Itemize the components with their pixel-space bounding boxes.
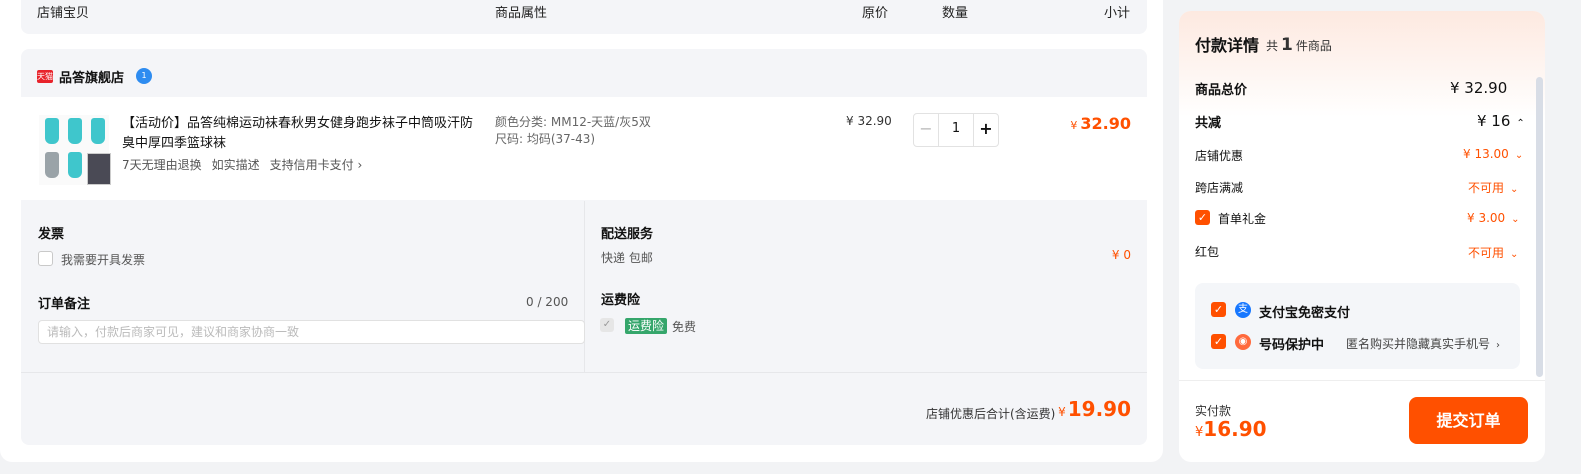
first-order-select[interactable]: ¥ 3.00 ⌄ xyxy=(1467,211,1520,225)
delivery-desc: 快递 包邮 xyxy=(601,251,653,265)
number-protect-label: 号码保护中 xyxy=(1259,338,1325,353)
store-coupon-value: ¥ 13.00 xyxy=(1463,147,1509,161)
invoice-checkbox-label[interactable]: 我需要开具发票 xyxy=(61,251,145,268)
red-packet-select[interactable]: 不可用 ⌄ xyxy=(1468,244,1518,261)
actual-pay-amount: ¥16.90 xyxy=(1195,417,1267,441)
tag-describe: 如实描述 xyxy=(211,158,260,172)
alipay-icon: 支 xyxy=(1235,302,1251,318)
payment-panel: 付款详情 共 1 件商品 商品总价 ¥ 32.90 共减 ¥ 16 ⌃ 店铺优惠 ¥ … xyxy=(1179,11,1545,462)
item-row: 【活动价】品答纯棉运动袜春秋男女健身跑步袜子中筒吸汗防臭中厚四季篮球袜 7天无理… xyxy=(21,97,1147,200)
chevron-down-icon: ⌄ xyxy=(1514,150,1524,161)
invoice-checkbox[interactable] xyxy=(38,251,53,266)
number-protect-checkbox[interactable]: ✓ xyxy=(1211,334,1226,349)
chevron-down-icon: ⌄ xyxy=(1510,249,1519,260)
cross-store-label: 跨店满减 xyxy=(1195,181,1244,195)
quantity-stepper: − 1 + xyxy=(913,113,999,147)
discount-value: ¥ 16 xyxy=(1477,112,1511,130)
store-coupon-label: 店铺优惠 xyxy=(1195,149,1244,163)
tag-credit[interactable]: 支持信用卡支付 › xyxy=(270,156,363,173)
unit-price: ¥ 32.90 xyxy=(846,114,892,128)
col-qty: 数量 xyxy=(942,6,969,21)
goods-total-label: 商品总价 xyxy=(1195,83,1248,98)
note-counter: 0 / 200 xyxy=(526,295,569,309)
scrollbar[interactable] xyxy=(1536,77,1543,377)
insurance-tag: 运费险 xyxy=(625,318,668,334)
shop-header: 天猫 品答旗舰店 1 xyxy=(37,66,153,86)
alipay-checkbox[interactable]: ✓ xyxy=(1211,302,1226,317)
payment-title: 付款详情 xyxy=(1195,36,1260,55)
first-order-label: 首单礼金 xyxy=(1218,212,1267,226)
service-tags: 7天无理由退换 如实描述 支持信用卡支付 › xyxy=(122,156,362,173)
subtotal-currency: ¥ xyxy=(1070,119,1078,132)
product-title[interactable]: 【活动价】品答纯棉运动袜春秋男女健身跑步袜子中筒吸汗防臭中厚四季篮球袜 xyxy=(122,114,482,154)
subtotal-amount: 32.90 xyxy=(1080,114,1131,133)
shop-total-label: 店铺优惠后合计(含运费) xyxy=(926,407,1056,421)
tmall-icon: 天猫 xyxy=(37,69,53,83)
shop-total-amount: 19.90 xyxy=(1067,397,1131,421)
discount-label: 共减 xyxy=(1195,116,1222,131)
col-attrs: 商品属性 xyxy=(495,6,548,21)
note-input[interactable]: 请输入，付款后商家可见，建议和商家协商一致 xyxy=(38,320,585,344)
chevron-down-icon: ⌄ xyxy=(1511,214,1520,225)
quantity-input[interactable]: 1 xyxy=(939,114,973,146)
store-coupon-select[interactable]: ¥ 13.00 ⌄ xyxy=(1463,147,1523,161)
first-order-checkbox[interactable]: ✓ xyxy=(1195,210,1210,225)
chat-icon[interactable]: 1 xyxy=(136,68,153,84)
shop-card: 天猫 品答旗舰店 1 【活动价】品答纯棉运动袜春秋男女健身跑步袜子中筒吸汗防臭中… xyxy=(21,49,1147,445)
attr-size: 尺码: 均码(37-43) xyxy=(495,132,596,146)
product-thumbnail[interactable] xyxy=(39,115,111,185)
shop-total: ¥19.90 xyxy=(1058,397,1131,421)
number-protect-desc: 匿名购买并隐藏真实手机号 xyxy=(1346,337,1491,351)
col-price: 原价 xyxy=(862,6,889,21)
actual-pay-value: 16.90 xyxy=(1203,417,1267,441)
note-title: 订单备注 xyxy=(38,297,91,312)
shield-icon: ◉ xyxy=(1235,334,1251,350)
insurance-title: 运费险 xyxy=(601,293,641,308)
shop-name[interactable]: 品答旗舰店 xyxy=(59,67,124,86)
discount-toggle[interactable]: ¥ 16 ⌃ xyxy=(1477,112,1525,130)
payment-options: ✓ 支 支付宝免密支付 ✓ ◉ 号码保护中 匿名购买并隐藏真实手机号 › xyxy=(1195,283,1520,369)
cross-store-select[interactable]: 不可用 ⌄ xyxy=(1468,179,1518,196)
invoice-title: 发票 xyxy=(38,227,65,242)
goods-total-value: ¥ 32.90 xyxy=(1450,79,1508,97)
count-suffix: 件商品 xyxy=(1295,39,1332,53)
chevron-down-icon: ⌄ xyxy=(1510,184,1519,195)
chevron-up-icon: ⌃ xyxy=(1516,118,1525,129)
first-order-value: ¥ 3.00 xyxy=(1467,211,1506,225)
delivery-title: 配送服务 xyxy=(601,227,654,242)
alipay-label: 支付宝免密支付 xyxy=(1259,306,1351,321)
chevron-right-icon: › xyxy=(1496,340,1501,351)
cross-store-value: 不可用 xyxy=(1468,181,1505,195)
red-packet-label: 红包 xyxy=(1195,245,1220,259)
count-number: 1 xyxy=(1281,35,1293,55)
number-protect-link[interactable]: 匿名购买并隐藏真实手机号 › xyxy=(1346,335,1500,352)
submit-order-button[interactable]: 提交订单 xyxy=(1409,397,1528,444)
col-subtotal: 小计 xyxy=(1104,6,1131,21)
shop-total-currency: ¥ xyxy=(1058,405,1066,419)
order-panel: 店铺宝贝 商品属性 原价 数量 小计 天猫 品答旗舰店 1 【活动价】品答纯棉运… xyxy=(0,0,1163,462)
item-subtotal: ¥32.90 xyxy=(1070,114,1131,133)
col-goods: 店铺宝贝 xyxy=(37,6,90,21)
insurance-desc: 免费 xyxy=(672,320,697,334)
tag-return: 7天无理由退换 xyxy=(122,158,202,172)
column-header: 店铺宝贝 商品属性 原价 数量 小计 xyxy=(21,0,1147,34)
red-packet-value: 不可用 xyxy=(1468,246,1505,260)
count-prefix: 共 xyxy=(1266,39,1279,53)
delivery-fee: ¥ 0 xyxy=(1111,248,1131,262)
increase-button[interactable]: + xyxy=(973,114,998,146)
attr-color: 颜色分类: MM12-天蓝/灰5双 xyxy=(495,115,651,129)
item-count: 共 1 件商品 xyxy=(1266,35,1332,55)
decrease-button[interactable]: − xyxy=(914,114,939,146)
product-attributes: 颜色分类: MM12-天蓝/灰5双 尺码: 均码(37-43) xyxy=(495,114,651,148)
insurance-check-icon: ✓ xyxy=(600,318,614,332)
